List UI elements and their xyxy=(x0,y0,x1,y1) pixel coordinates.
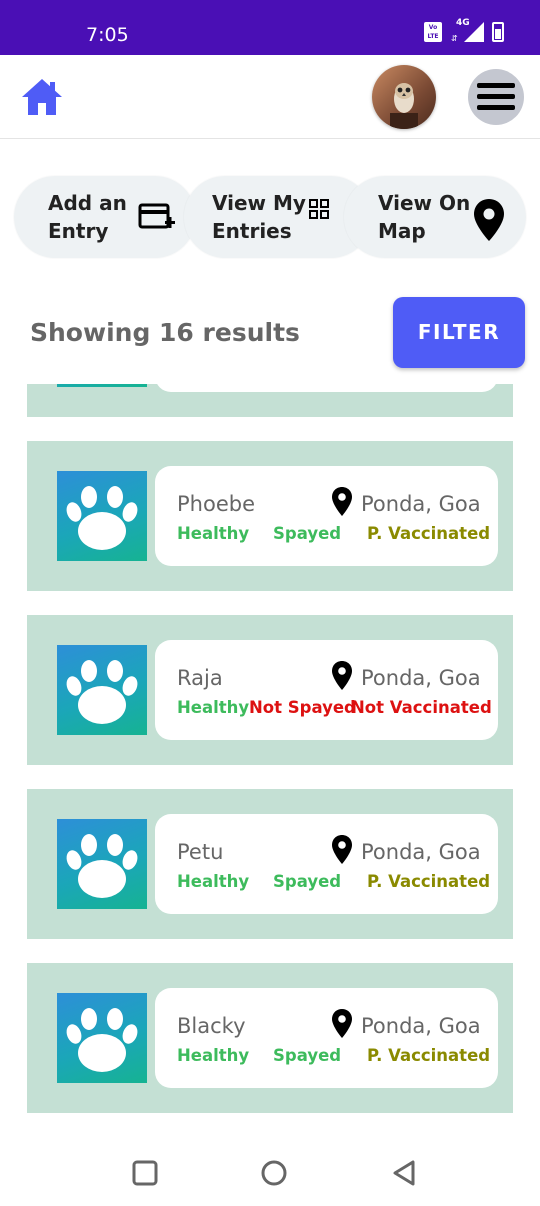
status-icons: Vo LTE 4G ⇵ xyxy=(424,18,504,43)
status-time: 7:05 xyxy=(86,24,129,46)
spay-status: Spayed xyxy=(273,1046,342,1065)
vaccination-status: P. Vaccinated xyxy=(367,524,491,543)
entry-card[interactable]: Blacky Ponda, Goa Healthy Spayed P. Vaccinat… xyxy=(27,963,513,1113)
view-map-button[interactable]: View On Map xyxy=(344,176,526,258)
menu-button[interactable] xyxy=(468,69,524,125)
view-map-label: View On Map xyxy=(378,191,471,243)
view-entries-label: View My Entries xyxy=(212,191,306,243)
entry-info-panel: Blacky Ponda, Goa Healthy Spayed P. Vaccinat… xyxy=(155,988,498,1088)
add-entry-button[interactable]: Add an Entry xyxy=(14,176,196,258)
health-status: Healthy xyxy=(177,1046,250,1065)
entry-card-partial[interactable] xyxy=(27,384,513,417)
entry-card[interactable]: Phoebe Ponda, Goa Healthy Spayed P. Vaccinat… xyxy=(27,441,513,591)
filter-button[interactable]: FILTER xyxy=(393,297,525,368)
circle-home-icon[interactable] xyxy=(259,1158,289,1188)
triangle-back-icon[interactable] xyxy=(389,1158,419,1188)
entry-info-panel: Phoebe Ponda, Goa Healthy Spayed P. Vaccinat… xyxy=(155,466,498,566)
menu-bar-2 xyxy=(477,94,515,99)
spay-status: Not Spayed xyxy=(249,698,356,717)
entries-list[interactable]: Phoebe Ponda, Goa Healthy Spayed P. Vaccinat… xyxy=(0,384,540,1120)
menu-bar-1 xyxy=(477,83,515,88)
svg-text:⇵: ⇵ xyxy=(451,34,458,42)
home-icon[interactable] xyxy=(20,77,64,117)
entry-location: Ponda, Goa xyxy=(361,492,481,516)
paw-icon xyxy=(57,819,147,909)
results-count: Showing 16 results xyxy=(30,318,300,347)
entry-location: Ponda, Goa xyxy=(361,1014,481,1038)
paw-icon xyxy=(57,993,147,1083)
entry-name: Phoebe xyxy=(177,492,255,516)
app-header xyxy=(0,55,540,139)
entry-card[interactable]: Petu Ponda, Goa Healthy Spayed P. Vaccinated xyxy=(27,789,513,939)
map-pin-icon xyxy=(474,199,504,241)
entry-info-panel: Raja Ponda, Goa Healthy Not Spayed Not Vacci… xyxy=(155,640,498,740)
avatar[interactable] xyxy=(372,65,436,129)
health-status: Healthy xyxy=(177,872,250,891)
entry-info-panel: Petu Ponda, Goa Healthy Spayed P. Vaccinated xyxy=(155,814,498,914)
add-entry-label: Add an Entry xyxy=(48,191,127,243)
location-pin-icon xyxy=(331,834,353,865)
battery-icon xyxy=(492,22,504,42)
entry-name: Petu xyxy=(177,840,224,864)
entry-location: Ponda, Goa xyxy=(361,666,481,690)
paw-icon xyxy=(57,471,147,561)
status-bar: 7:05 Vo LTE 4G ⇵ xyxy=(0,0,540,55)
entry-name: Raja xyxy=(177,666,223,690)
volte-icon: Vo LTE xyxy=(424,22,442,42)
square-recents-icon[interactable] xyxy=(130,1158,160,1188)
location-pin-icon xyxy=(331,660,353,691)
vaccination-status: P. Vaccinated xyxy=(367,872,491,891)
signal-4g-icon: 4G ⇵ xyxy=(450,18,484,43)
menu-bar-3 xyxy=(477,105,515,110)
health-status: Healthy xyxy=(177,524,250,543)
location-pin-icon xyxy=(331,1008,353,1039)
paw-thumbnail xyxy=(57,384,147,387)
entry-location: Ponda, Goa xyxy=(361,840,481,864)
vaccination-status: Not Vaccinated xyxy=(351,698,492,717)
entry-name: Blacky xyxy=(177,1014,246,1038)
health-status: Healthy xyxy=(177,698,250,717)
paw-icon xyxy=(57,645,147,735)
add-card-icon xyxy=(138,203,175,229)
action-bar: Add an Entry View My Entries View On Map xyxy=(14,176,526,258)
spay-status: Spayed xyxy=(273,524,342,543)
entry-card[interactable]: Raja Ponda, Goa Healthy Not Spayed Not Vacci… xyxy=(27,615,513,765)
vaccination-status: P. Vaccinated xyxy=(367,1046,491,1065)
grid-icon xyxy=(309,199,329,219)
system-nav-bar xyxy=(0,1136,540,1206)
entry-info-panel xyxy=(155,384,498,392)
spay-status: Spayed xyxy=(273,872,342,891)
location-pin-icon xyxy=(331,486,353,517)
